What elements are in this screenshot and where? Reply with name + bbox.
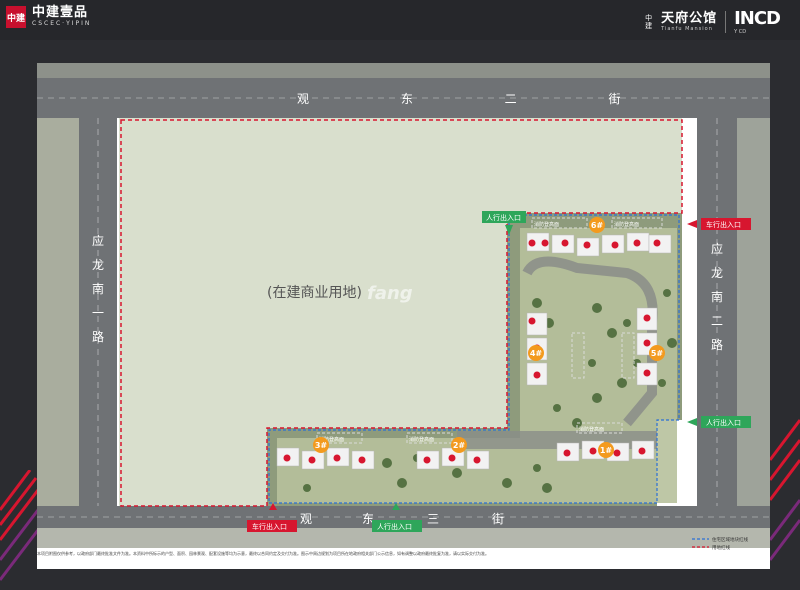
map-panel: 消防登高面 消防登高面 消防登高面 消防登高面 消防登高面 (在建商业用地) f… — [37, 63, 770, 569]
road-label-west-1: 应 — [92, 233, 104, 248]
entrance-pedestrian-east-arrow — [687, 418, 697, 426]
logo-divider — [725, 10, 727, 33]
project-brand-en: Tianfu Mansion — [661, 25, 713, 32]
road-label-east-4: 二 — [711, 314, 723, 328]
building-label-2: 2# — [453, 441, 466, 450]
building-label-1: 1# — [600, 446, 613, 455]
fire-lane-label-1: 消防登高面 — [579, 426, 604, 433]
fire-lane-label-6a: 消防登高面 — [534, 221, 559, 228]
road-label-west-2: 龙 — [92, 258, 104, 272]
road-label-south-4: 街 — [492, 512, 504, 526]
project-brand-name: 天府公馆 — [661, 10, 718, 26]
road-label-south-3: 三 — [427, 512, 439, 526]
incd-logo-sub: Y CD — [734, 29, 747, 35]
road-label-east-5: 路 — [711, 337, 723, 352]
road-label-west-4: 一 — [92, 306, 104, 320]
building-label-6: 6# — [591, 221, 604, 230]
developer-logo-en: CSCEC·YIPIN — [32, 20, 92, 27]
road-label-north: 观 东 二 街 — [297, 92, 664, 106]
road-label-west-3: 南 — [92, 281, 104, 296]
legend-land-label: 用地红线 — [712, 544, 730, 551]
road-east — [697, 78, 737, 548]
entrance-vehicle-east-arrow — [687, 220, 697, 228]
incd-logo: INCD — [734, 8, 781, 29]
site-plan-map: 消防登高面 消防登高面 消防登高面 消防登高面 消防登高面 (在建商业用地) f… — [37, 63, 770, 556]
entrance-vehicle-east-label: 车行出入口 — [706, 220, 741, 229]
road-label-east-3: 南 — [711, 289, 723, 304]
developer-logo-cn: 中建壹品 — [32, 5, 89, 20]
building-label-5: 5# — [651, 349, 664, 358]
commercial-land-label: (在建商业用地) — [267, 285, 362, 301]
legend-residential-label: 住宅区域地块红线 — [712, 536, 748, 543]
entrance-vehicle-south-label: 车行出入口 — [252, 522, 287, 531]
disclaimer-text: 本项目附图仅供参考，以政府部门最终批准文件为准。本资料中所标示的户型、面积、园林… — [37, 551, 489, 556]
fire-lane-label-2: 消防登高面 — [409, 436, 434, 443]
project-brand-prefix: 中建 — [645, 13, 653, 30]
building-label-4: 4# — [530, 349, 543, 358]
road-label-east-1: 应 — [711, 241, 723, 256]
project-logo: 中建 天府公馆 Tianfu Mansion INCD Y CD — [645, 8, 781, 35]
road-label-south-1: 观 — [300, 512, 312, 526]
fire-lane-label-6b: 消防登高面 — [614, 221, 639, 228]
watermark: fang — [367, 283, 413, 304]
road-label-west-5: 路 — [92, 329, 104, 344]
entrance-pedestrian-south-label: 人行出入口 — [377, 522, 412, 531]
developer-logo: 中建 中建壹品 CSCEC·YIPIN — [6, 6, 91, 28]
entrance-pedestrian-top-label: 人行出入口 — [486, 213, 521, 222]
road-label-east-2: 龙 — [711, 266, 723, 280]
decorative-stripes-left — [0, 470, 40, 581]
entrance-pedestrian-east-label: 人行出入口 — [706, 418, 741, 427]
building-label-3: 3# — [315, 441, 328, 450]
developer-logo-mark: 中建 — [6, 6, 26, 28]
header-bar: 中建 中建壹品 CSCEC·YIPIN 中建 天府公馆 Tianfu Mansi… — [0, 0, 800, 40]
